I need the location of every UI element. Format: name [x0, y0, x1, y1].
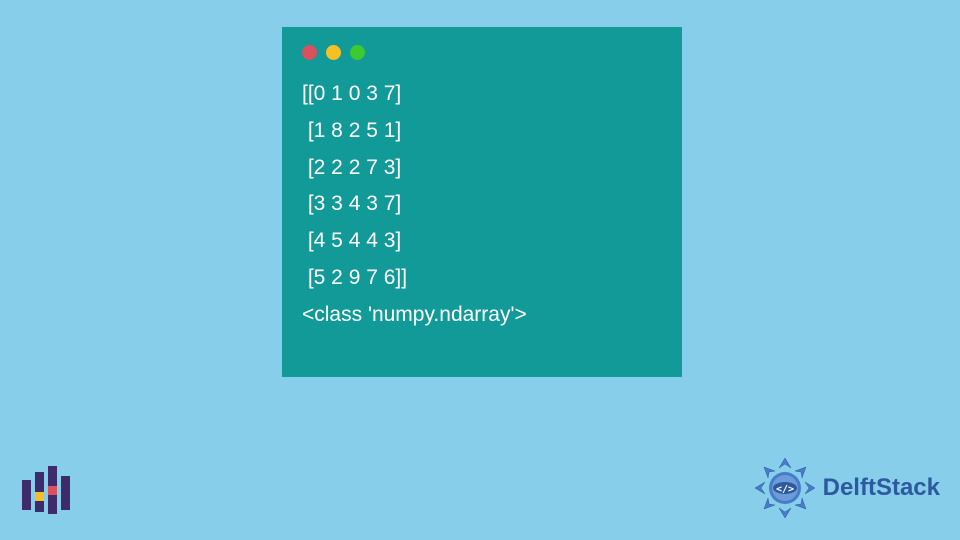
logo-icon-left: [22, 466, 70, 518]
code-line: [5 2 9 7 6]]: [302, 266, 407, 289]
terminal-output: [[0 1 0 3 7] [1 8 2 5 1] [2 2 2 7 3] [3 …: [302, 76, 662, 333]
code-line: [[0 1 0 3 7]: [302, 82, 401, 105]
maximize-icon[interactable]: [350, 45, 365, 60]
brand-name: DelftStack: [823, 474, 940, 502]
code-line: [1 8 2 5 1]: [302, 119, 401, 142]
close-icon[interactable]: [302, 45, 317, 60]
window-controls: [302, 45, 662, 60]
brand-logo: </> DelftStack: [753, 456, 940, 520]
code-line: [3 3 4 3 7]: [302, 192, 401, 215]
code-line: [2 2 2 7 3]: [302, 156, 401, 179]
minimize-icon[interactable]: [326, 45, 341, 60]
svg-text:</>: </>: [776, 484, 794, 495]
code-line: <class 'numpy.ndarray'>: [302, 303, 527, 326]
delftstack-emblem-icon: </>: [753, 456, 817, 520]
terminal-window: [[0 1 0 3 7] [1 8 2 5 1] [2 2 2 7 3] [3 …: [282, 27, 682, 377]
code-line: [4 5 4 4 3]: [302, 229, 401, 252]
